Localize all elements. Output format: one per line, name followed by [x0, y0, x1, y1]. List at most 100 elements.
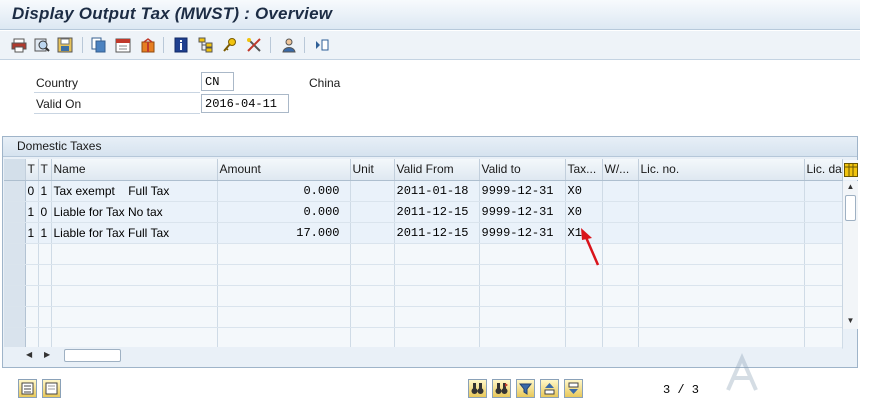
row-selector[interactable] [4, 327, 26, 349]
find-binoculars-icon[interactable] [468, 379, 487, 398]
cell-valid-to: 9999-12-31 [479, 180, 566, 202]
scroll-right-icon[interactable]: ▶ [44, 350, 50, 359]
title-bar: Display Output Tax (MWST) : Overview [0, 0, 860, 30]
cell-valid-to: 9999-12-31 [479, 222, 566, 244]
country-field[interactable]: CN [201, 72, 234, 91]
cell-lic-no [638, 201, 805, 223]
table-settings-icon[interactable] [842, 160, 858, 180]
valid-on-field[interactable]: 2016-04-11 [201, 94, 289, 113]
watermark-logo [722, 350, 862, 400]
header-fields: Country CN China Valid On 2016-04-11 [0, 61, 860, 127]
vertical-scrollbar[interactable]: ▲ ▼ [842, 181, 858, 329]
cell-tax-code: X1 [565, 222, 603, 244]
select-all-icon[interactable] [18, 379, 37, 398]
empty-row[interactable] [4, 327, 843, 349]
column-header-tax[interactable]: Tax... [565, 159, 603, 181]
horizontal-scroll-thumb[interactable] [64, 349, 121, 362]
filter-icon[interactable] [516, 379, 535, 398]
cell-valid-from: 2011-01-18 [394, 180, 480, 202]
table-row[interactable]: 1 1 Liable for Tax Full Tax 17.000 2011-… [4, 222, 843, 244]
label-underline [34, 113, 200, 114]
save-icon[interactable] [56, 36, 74, 54]
page-title: Display Output Tax (MWST) : Overview [12, 4, 333, 23]
cell-valid-to: 9999-12-31 [479, 201, 566, 223]
column-header-w[interactable]: W/... [602, 159, 639, 181]
cell-amount: 17.000 [217, 222, 351, 244]
cell-name: Liable for Tax No tax [51, 201, 218, 223]
copy-icon[interactable] [90, 36, 108, 54]
row-selector[interactable] [4, 243, 26, 265]
print-icon[interactable] [10, 36, 28, 54]
deselect-all-icon[interactable] [42, 379, 61, 398]
cell-name: Liable for Tax Full Tax [51, 222, 218, 244]
cell-lic-no [638, 180, 805, 202]
table-row[interactable]: 0 1 Tax exempt Full Tax 0.000 2011-01-18… [4, 180, 843, 202]
column-header-lic-no[interactable]: Lic. no. [638, 159, 805, 181]
find-next-icon[interactable] [492, 379, 511, 398]
expand-icon[interactable] [313, 36, 331, 54]
column-header-t2[interactable]: T [38, 159, 52, 181]
cell-w [602, 180, 639, 202]
row-selector-header[interactable] [4, 159, 26, 181]
empty-row[interactable] [4, 264, 843, 286]
cell-w [602, 201, 639, 223]
cell-lic-da [804, 201, 843, 223]
column-header-amount[interactable]: Amount [217, 159, 351, 181]
toolbar-separator [163, 37, 164, 53]
row-selector[interactable] [4, 285, 26, 307]
valid-on-label: Valid On [36, 97, 82, 111]
empty-row[interactable] [4, 243, 843, 265]
cell-w [602, 222, 639, 244]
cell-unit [350, 222, 395, 244]
cell-name: Tax exempt Full Tax [51, 180, 218, 202]
key-icon[interactable] [221, 36, 239, 54]
cell-t2: 1 [38, 222, 52, 244]
gift-icon[interactable] [139, 36, 157, 54]
tools-icon[interactable] [245, 36, 263, 54]
cell-lic-da [804, 180, 843, 202]
cell-amount: 0.000 [217, 180, 351, 202]
country-name: China [309, 76, 341, 90]
find-icon[interactable] [33, 36, 51, 54]
domestic-taxes-table: T T Name Amount Unit Valid From Valid to… [4, 159, 843, 349]
row-selector[interactable] [4, 222, 26, 244]
info-icon[interactable] [172, 36, 190, 54]
application-toolbar [0, 31, 860, 60]
toolbar-separator [270, 37, 271, 53]
row-selector[interactable] [4, 180, 26, 202]
calendar-icon[interactable] [114, 36, 132, 54]
scroll-down-icon[interactable]: ▼ [843, 316, 858, 328]
column-header-name[interactable]: Name [51, 159, 218, 181]
structure-icon[interactable] [197, 36, 215, 54]
sort-ascending-icon[interactable] [540, 379, 559, 398]
table-row[interactable]: 1 0 Liable for Tax No tax 0.000 2011-12-… [4, 201, 843, 223]
person-icon[interactable] [280, 36, 298, 54]
sort-descending-icon[interactable] [564, 379, 583, 398]
cell-t1: 1 [25, 222, 39, 244]
cell-t2: 1 [38, 180, 52, 202]
column-header-t1[interactable]: T [25, 159, 39, 181]
cell-unit [350, 201, 395, 223]
cell-valid-from: 2011-12-15 [394, 201, 480, 223]
empty-row[interactable] [4, 285, 843, 307]
cell-t1: 1 [25, 201, 39, 223]
label-underline [34, 92, 200, 93]
column-header-unit[interactable]: Unit [350, 159, 395, 181]
row-selector[interactable] [4, 201, 26, 223]
column-header-valid-to[interactable]: Valid to [479, 159, 566, 181]
cell-amount: 0.000 [217, 201, 351, 223]
scroll-up-icon[interactable]: ▲ [843, 182, 858, 194]
cell-tax-code: X0 [565, 180, 603, 202]
cell-valid-from: 2011-12-15 [394, 222, 480, 244]
row-selector[interactable] [4, 264, 26, 286]
column-header-valid-from[interactable]: Valid From [394, 159, 480, 181]
scroll-left-icon[interactable]: ◀ [26, 350, 32, 359]
row-selector[interactable] [4, 306, 26, 328]
horizontal-scrollbar[interactable]: ◀ ▶ [4, 347, 842, 364]
vertical-scroll-thumb[interactable] [845, 195, 856, 221]
country-label: Country [36, 76, 79, 90]
empty-row[interactable] [4, 306, 843, 328]
column-header-lic-da[interactable]: Lic. da [804, 159, 843, 181]
group-title: Domestic Taxes [3, 137, 857, 157]
cell-lic-no [638, 222, 805, 244]
